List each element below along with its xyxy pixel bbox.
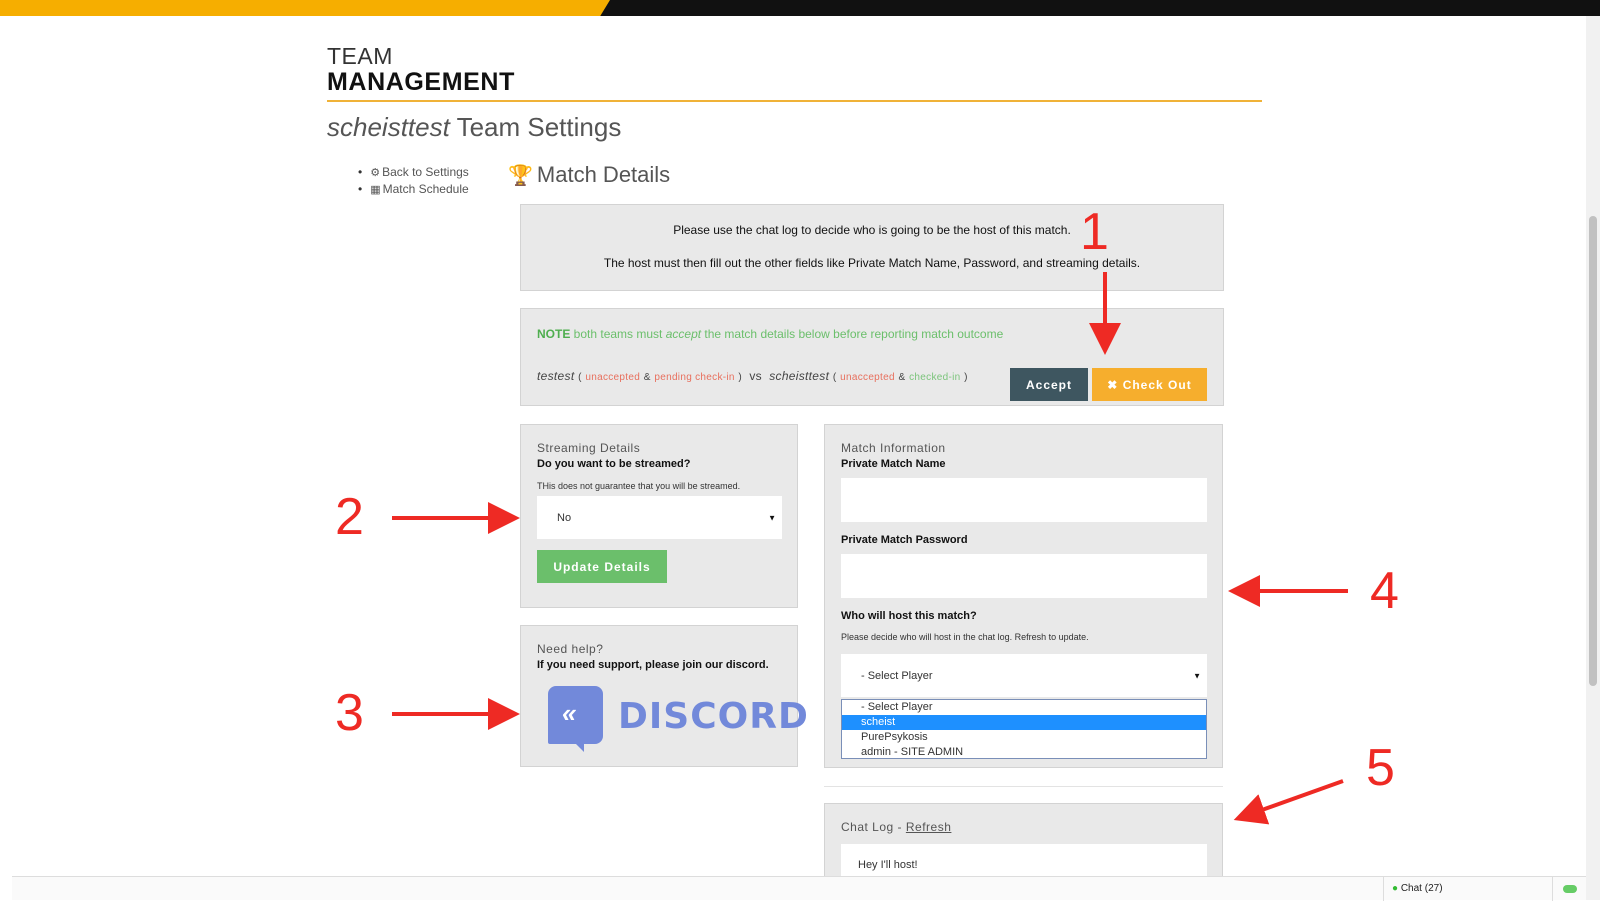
section-divider [824, 786, 1223, 787]
top-bar-accent [0, 0, 610, 16]
note-text-a: both teams must [570, 327, 666, 341]
team2-checkin-status: checked-in [909, 372, 961, 383]
check-out-button[interactable]: ✖ Check Out [1092, 368, 1207, 401]
chevron-down-icon: ▼ [768, 513, 776, 522]
team1-checkin-status: pending check-in [654, 372, 735, 383]
note-emphasis: accept [665, 327, 702, 341]
top-bar [0, 0, 1600, 16]
side-nav-label[interactable]: Match Schedule [383, 182, 469, 196]
annotation-2: 2 [335, 488, 364, 546]
scrollbar-thumb[interactable] [1589, 216, 1597, 686]
discord-link[interactable]: « DISCORD [548, 686, 808, 752]
page-title-line2: MANAGEMENT [327, 68, 515, 96]
user-online-icon: ● [1392, 883, 1399, 894]
stream-select[interactable]: No ▼ [537, 496, 782, 539]
team1-open-paren: ( [578, 372, 582, 383]
stream-select-value: No [557, 511, 572, 524]
gear-icon: ⚙ [370, 167, 381, 179]
team1-accept-status: unaccepted [585, 372, 641, 383]
side-nav: ⚙Back to Settings ▦Match Schedule [358, 164, 469, 198]
header-rule [327, 100, 1262, 102]
match-details-heading: 🏆 Match Details [508, 162, 670, 188]
chat-label: Chat [1400, 883, 1422, 894]
match-name-input[interactable] [841, 478, 1207, 522]
team-name: scheisttest [327, 112, 450, 142]
streaming-question: Do you want to be streamed? [537, 458, 691, 470]
toggle-switch-icon [1563, 885, 1577, 893]
match-information-panel: Match Information Private Match Name Pri… [824, 424, 1223, 768]
match-details-title: Match Details [536, 162, 671, 187]
host-option[interactable]: PurePsykosis [842, 730, 1206, 745]
side-nav-match-schedule[interactable]: ▦Match Schedule [358, 181, 469, 198]
chat-count: (27) [1424, 883, 1443, 894]
host-select[interactable]: - Select Player ▼ [841, 654, 1207, 697]
team-settings-suffix: Team Settings [449, 112, 622, 142]
team1-amp: & [643, 372, 651, 383]
teams-status: testest ( unaccepted & pending check-in … [537, 369, 968, 383]
note-text-b: the match details below before reporting… [701, 327, 1004, 341]
host-options-list[interactable]: - Select Player scheist PurePsykosis adm… [841, 699, 1207, 759]
team2-amp: & [898, 372, 906, 383]
vs-label: vs [749, 369, 762, 383]
status-toggle[interactable] [1552, 877, 1586, 901]
annotation-arrow-5 [1233, 779, 1344, 825]
page-header: TEAM MANAGEMENT [327, 44, 1262, 102]
host-option-selected[interactable]: scheist [842, 715, 1206, 730]
annotation-1: 1 [1080, 203, 1109, 261]
team-settings-title: scheisttest Team Settings [327, 112, 621, 143]
team2-open-paren: ( [832, 372, 837, 383]
host-info-line2: The host must then fill out the other fi… [603, 256, 1141, 270]
page-title-line1: TEAM [327, 43, 393, 69]
discord-wordmark: DISCORD [618, 696, 809, 737]
acceptance-note: NOTE both teams must accept the match de… [537, 327, 1003, 341]
annotation-3: 3 [335, 684, 364, 742]
team2-accept-status: unaccepted [840, 372, 895, 383]
chat-log-title: Chat Log - [841, 820, 906, 834]
close-icon: ✖ [1107, 377, 1119, 392]
side-nav-back-to-settings[interactable]: ⚙Back to Settings [358, 164, 469, 181]
annotation-4: 4 [1370, 562, 1399, 620]
chat-message-text: Hey I'll host! [858, 859, 918, 871]
match-password-input[interactable] [841, 554, 1207, 598]
accept-button[interactable]: Accept [1010, 368, 1088, 401]
host-info-line1: Please use the chat log to decide who is… [673, 223, 1071, 237]
annotation-5: 5 [1366, 739, 1395, 797]
trophy-icon: 🏆 [508, 165, 533, 187]
team1-close-paren: ) [738, 372, 743, 383]
calendar-icon: ▦ [370, 184, 381, 196]
help-panel: Need help? If you need support, please j… [520, 625, 808, 767]
chevron-down-icon: ▼ [1193, 671, 1201, 680]
host-select-value: - Select Player [861, 669, 933, 682]
host-question: Who will host this match? [841, 610, 977, 622]
streaming-section-label: Streaming Details [537, 441, 641, 455]
match-info-section-label: Match Information [841, 441, 946, 455]
note-prefix: NOTE [537, 327, 571, 341]
host-option[interactable]: admin - SITE ADMIN [842, 745, 1206, 760]
annotation-arrows [392, 272, 1348, 825]
check-out-label: Check Out [1122, 377, 1192, 392]
update-details-button[interactable]: Update Details [537, 550, 667, 583]
refresh-link[interactable]: Refresh [906, 820, 952, 834]
side-nav-label[interactable]: Back to Settings [382, 165, 469, 179]
scrollbar[interactable] [1586, 16, 1600, 900]
team2-name: scheisttest [769, 369, 830, 383]
match-password-label: Private Match Password [841, 534, 968, 546]
discord-logo-icon: « [548, 686, 603, 752]
host-option[interactable]: - Select Player [842, 700, 1206, 715]
streaming-hint: THis does not guarantee that you will be… [537, 481, 741, 491]
host-info-panel: Please use the chat log to decide who is… [520, 204, 1224, 291]
team2-close-paren: ) [964, 372, 968, 383]
help-text: If you need support, please join our dis… [537, 659, 769, 671]
streaming-panel: Streaming Details Do you want to be stre… [520, 424, 798, 608]
host-hint: Please decide who will host in the chat … [841, 632, 1089, 642]
chat-toggle-button[interactable]: ● Chat (27) [1383, 877, 1443, 901]
acceptance-panel: NOTE both teams must accept the match de… [520, 308, 1224, 406]
help-section-label: Need help? [537, 642, 604, 656]
match-name-label: Private Match Name [841, 458, 946, 470]
chat-log-label: Chat Log - Refresh [841, 820, 951, 834]
team1-name: testest [537, 369, 575, 383]
chat-bar: ● Chat (27) [12, 876, 1586, 901]
